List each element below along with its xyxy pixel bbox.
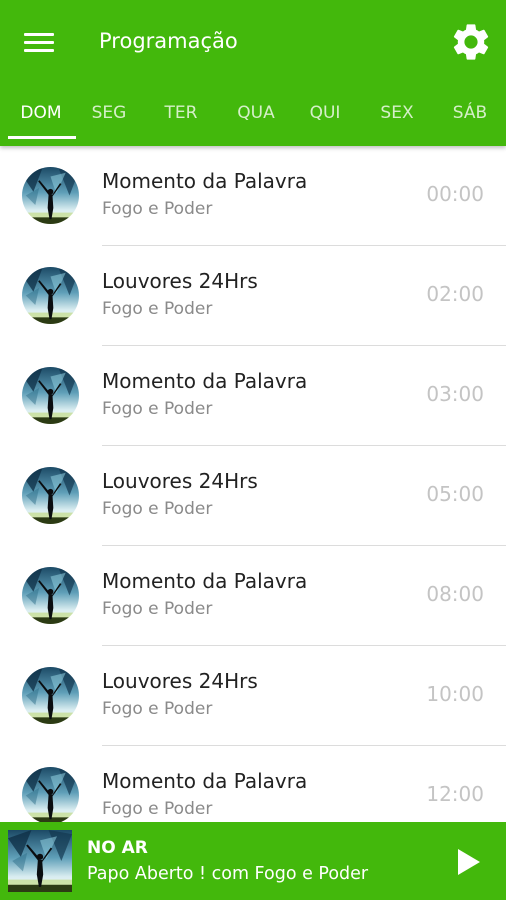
program-time: 05:00 xyxy=(426,482,484,506)
program-thumbnail xyxy=(22,667,79,724)
program-title: Momento da Palavra xyxy=(102,769,308,793)
program-time: 02:00 xyxy=(426,282,484,306)
tab-qua[interactable]: QUA xyxy=(222,92,290,138)
app-bar: Programação DOM SEG TER QUA QUI SEX SÁB xyxy=(0,0,506,146)
active-tab-indicator xyxy=(8,136,76,139)
tab-ter[interactable]: TER xyxy=(148,92,214,138)
program-title: Momento da Palavra xyxy=(102,569,308,593)
schedule-item[interactable]: Louvores 24Hrs Fogo e Poder 10:00 xyxy=(0,646,506,746)
program-subtitle: Fogo e Poder xyxy=(102,699,213,719)
program-time: 03:00 xyxy=(426,382,484,406)
program-time: 08:00 xyxy=(426,582,484,606)
tab-qui[interactable]: QUI xyxy=(292,92,358,138)
gear-icon[interactable] xyxy=(449,20,493,64)
on-air-label: NO AR xyxy=(87,838,148,858)
program-time: 10:00 xyxy=(426,682,484,706)
program-thumbnail xyxy=(22,767,79,822)
program-thumbnail xyxy=(22,567,79,624)
hamburger-menu-icon[interactable] xyxy=(22,28,56,56)
program-time: 12:00 xyxy=(426,782,484,806)
program-title: Louvores 24Hrs xyxy=(102,669,258,693)
program-title: Momento da Palavra xyxy=(102,169,308,193)
program-subtitle: Fogo e Poder xyxy=(102,499,213,519)
schedule-item[interactable]: Louvores 24Hrs Fogo e Poder 02:00 xyxy=(0,246,506,346)
program-subtitle: Fogo e Poder xyxy=(102,299,213,319)
program-title: Louvores 24Hrs xyxy=(102,269,258,293)
schedule-item[interactable]: Momento da Palavra Fogo e Poder 00:00 xyxy=(0,146,506,246)
now-playing-bar[interactable]: NO AR Papo Aberto ! com Fogo e Poder xyxy=(0,822,506,900)
tab-dom[interactable]: DOM xyxy=(4,92,78,138)
tab-seg[interactable]: SEG xyxy=(76,92,142,138)
program-subtitle: Fogo e Poder xyxy=(102,399,213,419)
now-playing-artwork xyxy=(8,830,72,892)
play-icon[interactable] xyxy=(448,842,488,882)
program-title: Louvores 24Hrs xyxy=(102,469,258,493)
tab-sab[interactable]: SÁB xyxy=(436,92,504,138)
schedule-item[interactable]: Momento da Palavra Fogo e Poder 08:00 xyxy=(0,546,506,646)
program-thumbnail xyxy=(22,367,79,424)
now-playing-title: Papo Aberto ! com Fogo e Poder xyxy=(87,864,369,884)
program-thumbnail xyxy=(22,167,79,224)
schedule-list[interactable]: Momento da Palavra Fogo e Poder 00:00 Lo… xyxy=(0,146,506,822)
schedule-item[interactable]: Momento da Palavra Fogo e Poder 03:00 xyxy=(0,346,506,446)
day-tabs: DOM SEG TER QUA QUI SEX SÁB xyxy=(0,92,506,142)
program-title: Momento da Palavra xyxy=(102,369,308,393)
schedule-item[interactable]: Momento da Palavra Fogo e Poder 12:00 xyxy=(0,746,506,822)
program-time: 00:00 xyxy=(426,182,484,206)
program-thumbnail xyxy=(22,467,79,524)
page-title: Programação xyxy=(99,29,238,53)
program-thumbnail xyxy=(22,267,79,324)
tab-sex[interactable]: SEX xyxy=(364,92,430,138)
program-subtitle: Fogo e Poder xyxy=(102,199,213,219)
schedule-item[interactable]: Louvores 24Hrs Fogo e Poder 05:00 xyxy=(0,446,506,546)
program-subtitle: Fogo e Poder xyxy=(102,599,213,619)
program-subtitle: Fogo e Poder xyxy=(102,799,213,819)
